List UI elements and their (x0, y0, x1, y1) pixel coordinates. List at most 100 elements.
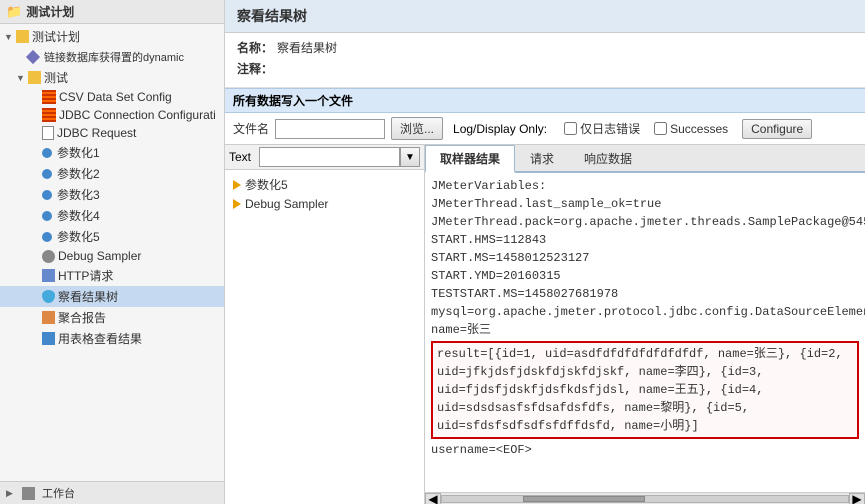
workbench-panel[interactable]: ▶ 工作台 (0, 481, 224, 504)
tree-label: 测试 (44, 69, 68, 86)
result-tree-label: 参数化5 (245, 176, 288, 193)
scroll-right-btn[interactable]: ▶ (849, 493, 865, 504)
tree-label: 参数化4 (57, 207, 100, 224)
tree-item-table[interactable]: 用表格查看结果 (0, 328, 224, 349)
result-right: 取样器结果 请求 响应数据 JMeterVariables: JMeterThr… (425, 145, 865, 504)
report-icon (42, 311, 55, 324)
left-panel-header: 📁 测试计划 (0, 0, 224, 24)
left-panel: 📁 测试计划 ▼ 测试计划 链接数据库获得置的dynamic ▼ 测试 CSV … (0, 0, 225, 504)
tab-response-data[interactable]: 响应数据 (569, 145, 647, 171)
scroll-left-btn[interactable]: ◀ (425, 493, 441, 504)
log-error-checkbox[interactable] (564, 122, 577, 135)
workbench-icon (22, 487, 35, 500)
right-panel: 察看结果树 名称： 察看结果树 注释： 所有数据写入一个文件 文件名 浏览...… (225, 0, 865, 504)
file-input[interactable] (275, 119, 385, 139)
tree-item-param2[interactable]: 参数化2 (0, 163, 224, 184)
result-area: Text ▼ 参数化5 Debug Sampler (225, 144, 865, 504)
tree-label: 参数化5 (57, 228, 100, 245)
triangle-icon (233, 180, 241, 190)
tab-label: 请求 (530, 152, 554, 166)
tree-item-test-plan[interactable]: ▼ 测试计划 (0, 26, 224, 47)
highlighted-text: result=[{id=1, uid=asdfdfdfdfdfdfdfdf, n… (437, 347, 843, 433)
tree-label: JDBC Request (57, 126, 136, 140)
folder-icon (16, 30, 29, 43)
tab-sample-result[interactable]: 取样器结果 (425, 145, 515, 173)
name-value: 察看结果树 (277, 39, 337, 56)
successes-checkbox[interactable] (654, 122, 667, 135)
expand-arrow: ▼ (4, 32, 14, 42)
detail-last-line: username=<EOF> (431, 441, 859, 459)
triangle-icon (233, 199, 241, 209)
file-label: 文件名 (233, 120, 269, 137)
tree-area: ▼ 测试计划 链接数据库获得置的dynamic ▼ 测试 CSV Data Se… (0, 24, 224, 481)
tree-label: Debug Sampler (58, 249, 141, 263)
tree-label: 参数化2 (57, 165, 100, 182)
highlighted-block: result=[{id=1, uid=asdfdfdfdfdfdfdfdf, n… (431, 341, 859, 439)
detail-line-3: START.HMS=112843 (431, 231, 859, 249)
tree-item-http[interactable]: HTTP请求 (0, 265, 224, 286)
result-tree-label: Debug Sampler (245, 197, 328, 211)
folder-icon (28, 71, 41, 84)
result-tree-item-param5[interactable]: 参数化5 (229, 174, 420, 195)
comment-label: 注释： (237, 60, 277, 77)
log-error-label: 仅日志错误 (580, 120, 640, 137)
jdbc-icon (42, 108, 56, 122)
result-left: Text ▼ 参数化5 Debug Sampler (225, 145, 425, 504)
tree-item-param1[interactable]: 参数化1 (0, 142, 224, 163)
tree-label: 察看结果树 (58, 288, 118, 305)
title-text: 察看结果树 (237, 8, 307, 24)
name-label: 名称： (237, 39, 277, 56)
detail-line-2: JMeterThread.pack=org.apache.jmeter.thre… (431, 213, 859, 231)
tree-item-view-tree[interactable]: 察看结果树 (0, 286, 224, 307)
workbench-label: 工作台 (42, 485, 75, 501)
tree-item-param4[interactable]: 参数化4 (0, 205, 224, 226)
tree-item-param5[interactable]: 参数化5 (0, 226, 224, 247)
panel-title: 察看结果树 (225, 0, 865, 33)
tab-request[interactable]: 请求 (515, 145, 569, 171)
successes-checkbox-label[interactable]: Successes (654, 122, 728, 136)
detail-line-0: JMeterVariables: (431, 177, 859, 195)
browse-button[interactable]: 浏览... (391, 117, 443, 140)
tree-label: 聚合报告 (58, 309, 106, 326)
detail-line-4: START.MS=1458012523127 (431, 249, 859, 267)
configure-button[interactable]: Configure (742, 119, 812, 139)
expand-arrow: ▼ (16, 73, 26, 83)
section-header-text: 所有数据写入一个文件 (233, 94, 353, 108)
detail-line-8: name=张三 (431, 321, 859, 339)
dropdown-button[interactable]: ▼ (400, 147, 420, 167)
http-icon (42, 269, 55, 282)
tab-label: 响应数据 (584, 152, 632, 166)
diamond-icon (26, 50, 40, 64)
detail-line-6: TESTSTART.MS=1458027681978 (431, 285, 859, 303)
successes-label: Successes (670, 122, 728, 136)
tree-label: 测试计划 (32, 28, 80, 45)
tree-item-link[interactable]: 链接数据库获得置的dynamic (0, 47, 224, 67)
tab-bar: 取样器结果 请求 响应数据 (425, 145, 865, 173)
tree-item-debug[interactable]: Debug Sampler (0, 247, 224, 265)
text-filter-input[interactable] (259, 147, 400, 167)
tree-item-param3[interactable]: 参数化3 (0, 184, 224, 205)
log-error-checkbox-label[interactable]: 仅日志错误 (564, 120, 640, 137)
csv-icon (42, 90, 56, 104)
tree-item-jdbc[interactable]: JDBC Connection Configurati (0, 106, 224, 124)
tree-item-jdbc-req[interactable]: JDBC Request (0, 124, 224, 142)
horizontal-scrollbar[interactable]: ◀ ▶ (425, 492, 865, 504)
result-left-header: Text ▼ (225, 145, 424, 170)
comment-row: 注释： (237, 60, 853, 77)
form-section: 名称： 察看结果树 注释： (225, 33, 865, 88)
result-tree-content: 参数化5 Debug Sampler (225, 170, 424, 504)
circle-icon (42, 190, 52, 200)
result-tree-item-debug[interactable]: Debug Sampler (229, 195, 420, 213)
tree-item-test[interactable]: ▼ 测试 (0, 67, 224, 88)
detail-line-1: JMeterThread.last_sample_ok=true (431, 195, 859, 213)
page-icon (42, 126, 54, 140)
table-icon (42, 332, 55, 345)
scrollbar-track[interactable] (441, 495, 849, 503)
section-header: 所有数据写入一个文件 (225, 88, 865, 113)
detail-content: JMeterVariables: JMeterThread.last_sampl… (425, 173, 865, 492)
tree-label: 参数化3 (57, 186, 100, 203)
scrollbar-thumb[interactable] (523, 496, 645, 502)
tree-item-csv[interactable]: CSV Data Set Config (0, 88, 224, 106)
tree-item-report[interactable]: 聚合报告 (0, 307, 224, 328)
tree-label: JDBC Connection Configurati (59, 108, 216, 122)
